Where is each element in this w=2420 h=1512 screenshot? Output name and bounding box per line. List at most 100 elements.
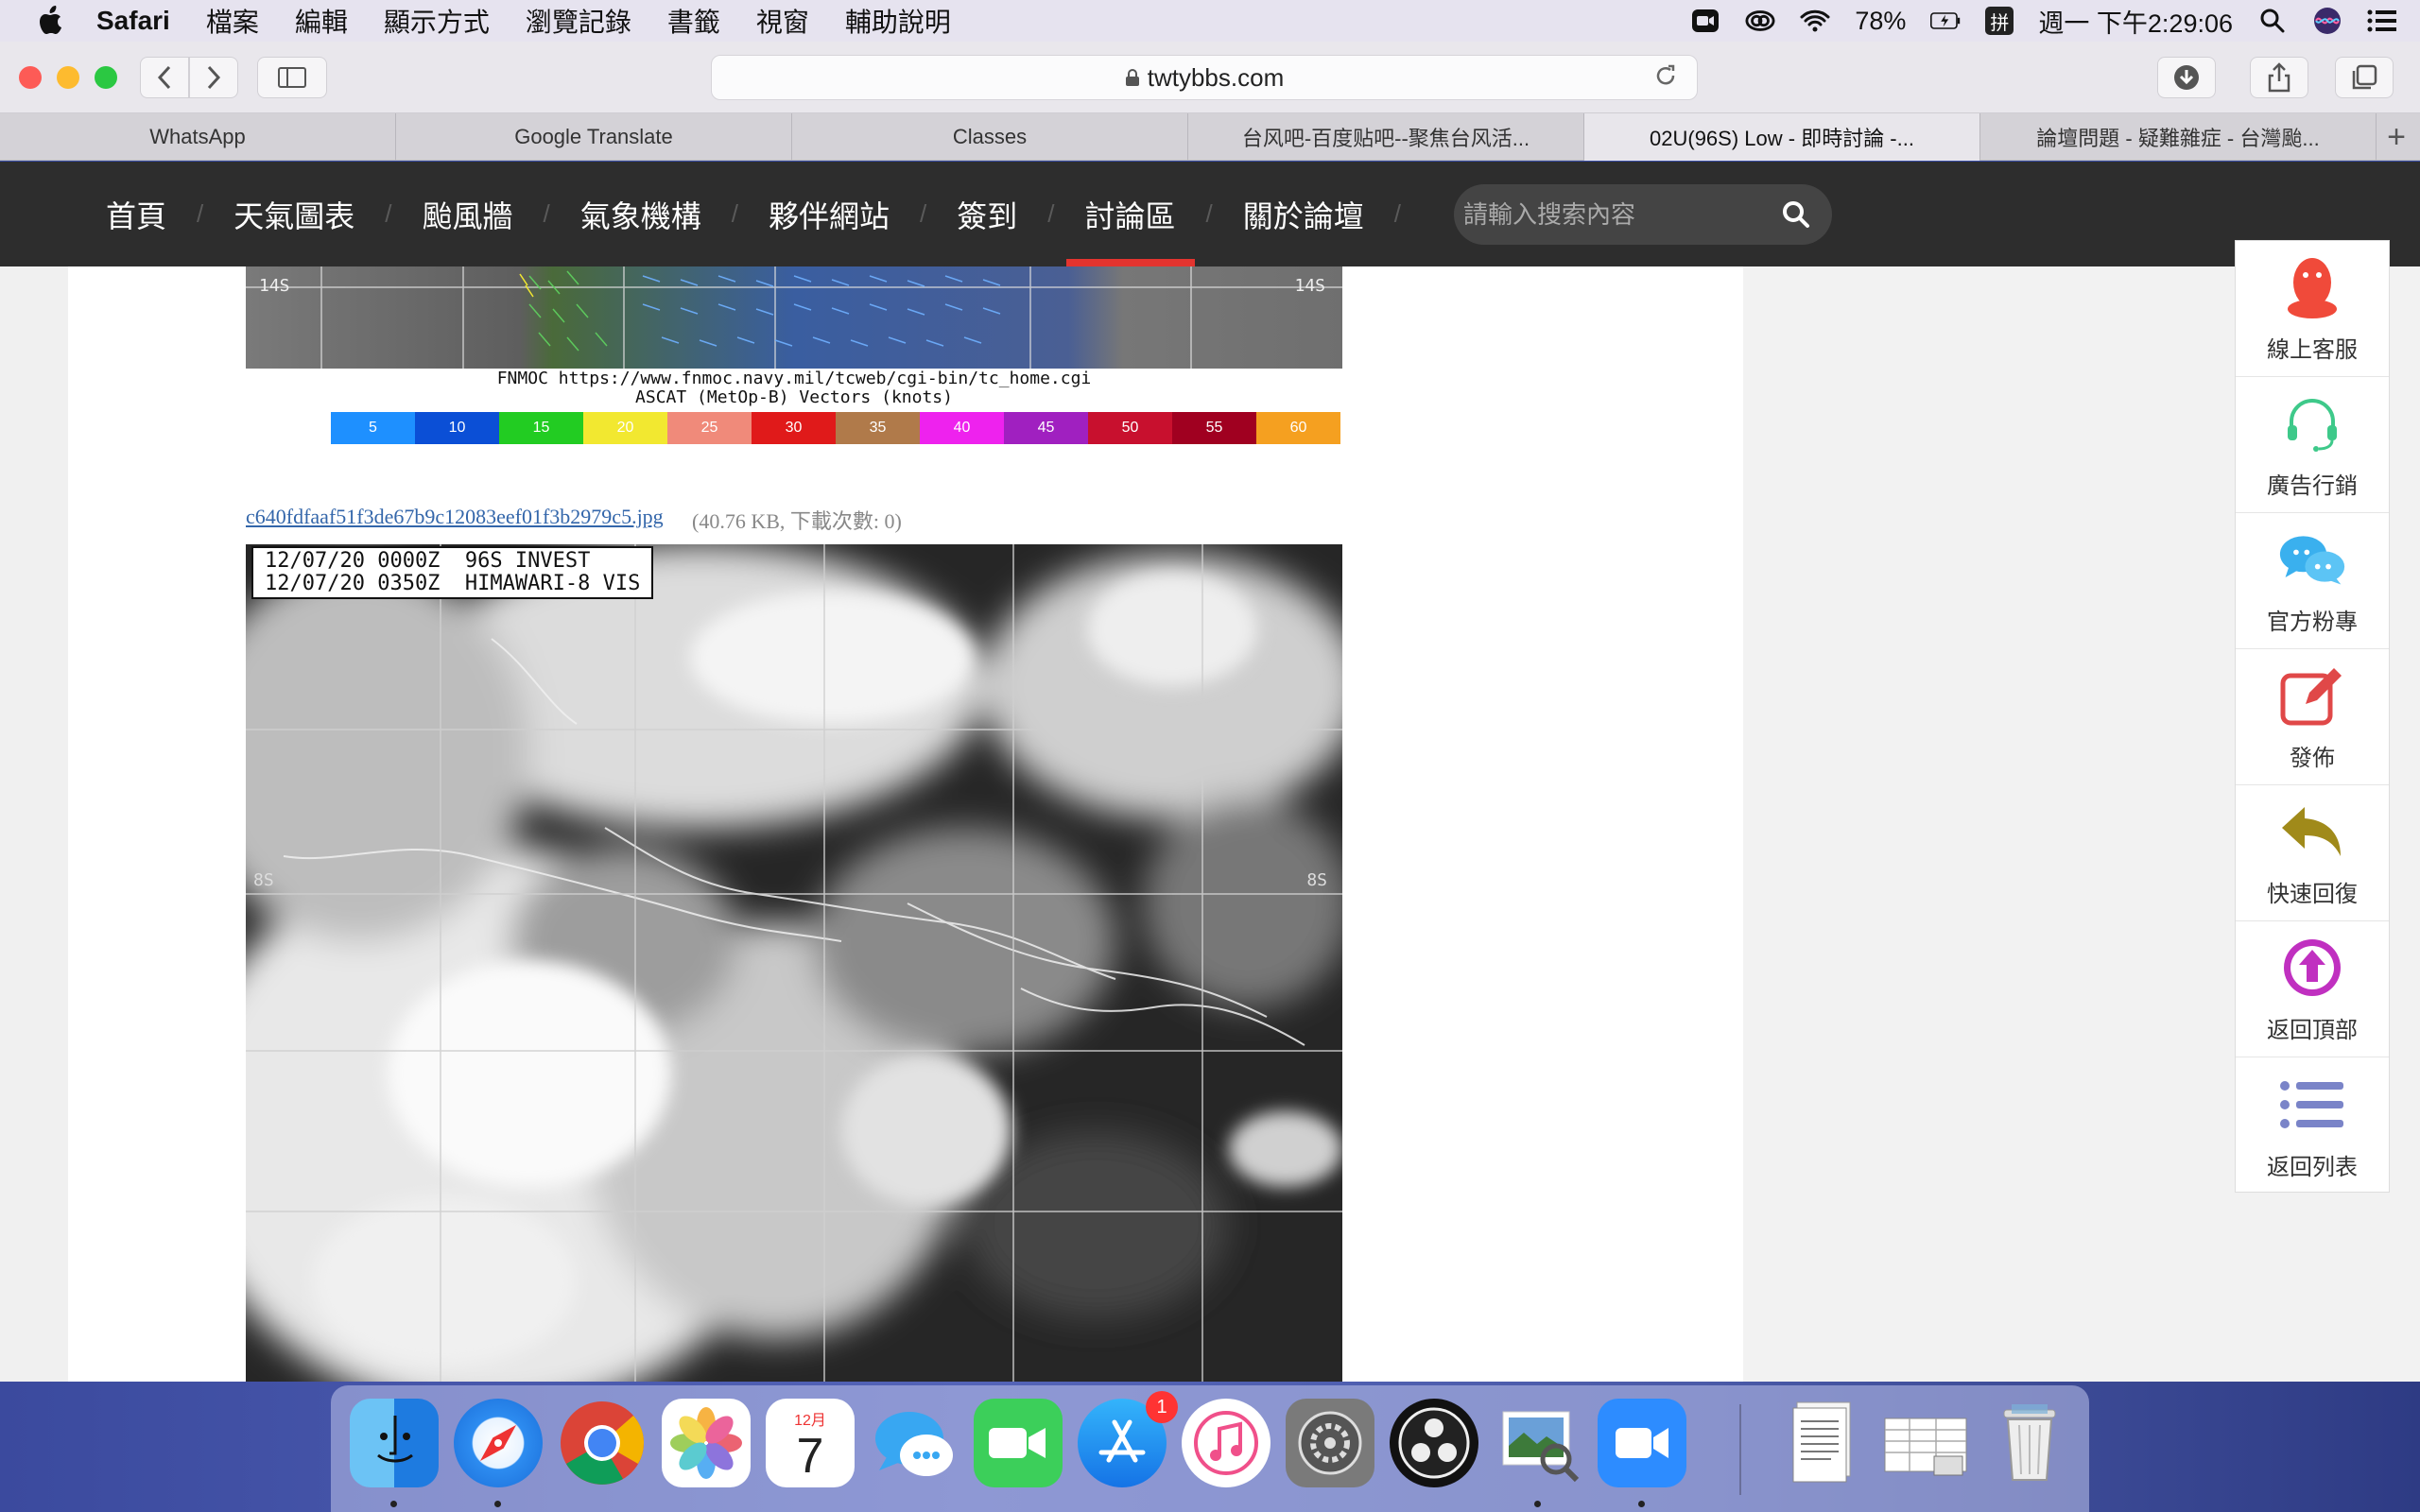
browser-toolbar: twtybbs.com [0,42,2420,113]
nav-home[interactable]: 首頁 [87,162,185,266]
trash-icon[interactable] [1985,1399,2074,1487]
official-fanpage-button[interactable]: 官方粉專 [2236,513,2389,649]
quick-reply-label: 快速回復 [2267,882,2358,907]
menu-bookmarks[interactable]: 書籤 [667,2,720,40]
attachment-meta: (40.76 KB, 下載次數: 0) [692,509,902,533]
notification-center-icon[interactable] [2367,6,2397,36]
share-icon [2268,62,2290,93]
ascat-satellite-panel [246,266,1342,370]
dock: 12月 7 1 [331,1385,2089,1512]
nav-weather-agencies[interactable]: 氣象機構 [562,162,720,266]
ascat-lat-left: 14S [259,276,290,296]
colorbar-segment: 50 [1088,412,1172,444]
tab-overview-button[interactable] [2335,57,2394,98]
window-fullscreen-button[interactable] [95,66,117,89]
obs-icon[interactable] [1390,1399,1478,1487]
reply-icon [2278,798,2346,866]
finder-icon[interactable] [350,1399,439,1487]
forward-button[interactable] [189,57,238,98]
chevron-left-icon [157,65,171,90]
safari-icon[interactable] [454,1399,543,1487]
nav-separator: / [543,199,550,228]
menu-history[interactable]: 瀏覽記錄 [526,2,631,40]
new-post-button[interactable]: 發佈 [2236,649,2389,785]
back-to-list-button[interactable]: 返回列表 [2236,1057,2389,1194]
chrome-icon[interactable] [558,1399,647,1487]
headset-icon [2278,389,2346,457]
window-minimize-button[interactable] [57,66,79,89]
online-support-button[interactable]: 線上客服 [2236,241,2389,377]
menu-app-safari[interactable]: Safari [96,6,170,36]
edit-icon [2278,662,2346,730]
new-tab-button[interactable]: + [2377,113,2416,161]
input-method-label: 拼 [1990,12,2010,34]
floating-action-bar: 線上客服 廣告行銷 官方粉專 發佈 快速回復 返回頂部 返回列表 [2235,240,2390,1193]
messages-icon[interactable] [870,1399,959,1487]
creative-cloud-icon[interactable] [1745,6,1775,36]
online-support-label: 線上客服 [2267,337,2358,363]
menu-view[interactable]: 顯示方式 [384,2,490,40]
zoom-running-indicator [1638,1501,1645,1507]
quick-reply-button[interactable]: 快速回復 [2236,785,2389,921]
battery-charging-icon[interactable] [1930,6,1961,36]
window-close-button[interactable] [19,66,42,89]
menu-window[interactable]: 視窗 [756,2,809,40]
advertising-button[interactable]: 廣告行銷 [2236,377,2389,513]
downloads-button[interactable] [2157,57,2216,98]
sidebar-toggle-button[interactable] [257,57,327,98]
himawari-satellite-image[interactable]: 12/07/20 0000Z 96S INVEST 12/07/20 0350Z… [246,544,1342,1382]
system-preferences-icon[interactable] [1286,1399,1374,1487]
attachment-filename-link[interactable]: c640fdfaaf51f3de67b9c12083eef01f3b2979c5… [246,505,664,529]
tab-google-translate[interactable]: Google Translate [396,113,792,161]
music-icon[interactable] [1182,1399,1270,1487]
lock-icon [1125,69,1139,86]
colorbar-segment: 40 [920,412,1004,444]
input-method-icon[interactable]: 拼 [1985,7,2014,35]
chevron-right-icon [207,65,221,90]
facetime-icon[interactable] [974,1399,1063,1487]
nav-discussion[interactable]: 討論區 [1065,162,1195,266]
macos-menu-bar: Safari 檔案 編輯 顯示方式 瀏覽記錄 書籤 視窗 輔助說明 78% 拼 … [0,0,2420,42]
search-icon[interactable] [1781,199,1811,234]
calendar-day: 7 [796,1429,824,1484]
site-search-input[interactable] [1463,199,1775,230]
nav-typhoon-wall[interactable]: 颱風牆 [404,162,532,266]
tab-whatsapp[interactable]: WhatsApp [0,113,396,161]
ascat-scatterometer-image[interactable]: 14S 14S FNMOC https://www.fnmoc.navy.mil… [246,266,1342,444]
calendar-icon[interactable]: 12月 7 [766,1399,855,1487]
share-button[interactable] [2250,57,2308,98]
nav-weather-charts[interactable]: 天氣圖表 [215,162,373,266]
menu-help[interactable]: 輔助說明 [845,2,951,40]
siri-icon[interactable] [2312,6,2342,36]
reload-icon[interactable] [1653,63,1678,95]
back-to-top-button[interactable]: 返回頂部 [2236,921,2389,1057]
nav-separator: / [920,199,927,228]
back-button[interactable] [140,57,189,98]
tab-baidu-typhoon[interactable]: 台风吧-百度贴吧--聚焦台风活... [1188,113,1584,161]
tab-classes[interactable]: Classes [792,113,1188,161]
menu-edit[interactable]: 編輯 [295,2,348,40]
zoom-status-icon[interactable] [1690,6,1720,36]
address-bar[interactable]: twtybbs.com [711,55,1698,100]
zoom-app-icon[interactable] [1598,1399,1686,1487]
nav-partner-sites[interactable]: 夥伴網站 [750,162,908,266]
nav-check-in[interactable]: 簽到 [938,162,1036,266]
tab-bar: WhatsApp Google Translate Classes 台风吧-百度… [0,113,2420,161]
calendar-month: 12月 [794,1413,826,1429]
menu-file[interactable]: 檔案 [206,2,259,40]
photos-icon[interactable] [662,1399,751,1487]
chat-bubbles-icon [2278,525,2346,593]
spreadsheet-stack-icon[interactable] [1881,1399,1970,1487]
preview-icon[interactable] [1494,1399,1582,1487]
document-stack-icon[interactable] [1777,1399,1866,1487]
spotlight-search-icon[interactable] [2257,6,2288,36]
menubar-clock[interactable]: 週一 下午2:29:06 [2038,3,2233,40]
preview-running-indicator [1534,1501,1541,1507]
finder-running-indicator [390,1501,397,1507]
tab-forum-issues[interactable]: 論壇問題 - 疑難雜症 - 台灣颱... [1980,113,2377,161]
arrow-up-circle-icon [2278,934,2346,1002]
apple-menu-icon[interactable] [36,5,68,37]
wifi-icon[interactable] [1800,6,1830,36]
tab-96s-discussion[interactable]: 02U(96S) Low - 即時討論 -... [1584,113,1980,161]
nav-about[interactable]: 關於論壇 [1224,162,1383,266]
